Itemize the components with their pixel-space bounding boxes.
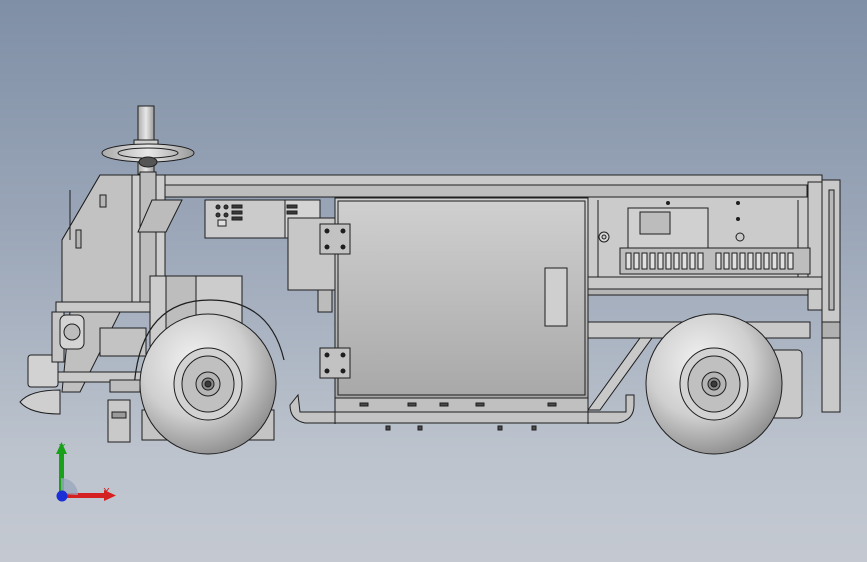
battery-pack <box>619 247 811 275</box>
axis-triad[interactable] <box>40 436 120 516</box>
axis-triad-graphic <box>56 442 116 502</box>
top-rail <box>164 174 823 186</box>
door-hinge-top <box>319 223 351 255</box>
steering-hub <box>138 156 158 168</box>
cabin-side <box>61 174 133 306</box>
door-handle <box>544 267 568 327</box>
front-wheel <box>139 313 277 455</box>
headlight-left <box>99 194 107 208</box>
rear-wheel <box>645 313 783 455</box>
rear-bay-frame <box>807 181 823 311</box>
rear-mid-rail-2 <box>587 288 809 296</box>
top-rail-lower <box>164 184 808 198</box>
front-suspension <box>109 379 141 393</box>
rear-mid-rail <box>587 276 823 290</box>
y-axis-label: Y <box>59 443 66 454</box>
x-axis-label: X <box>103 487 110 498</box>
rear-post-inner <box>828 189 835 311</box>
front-spoiler <box>19 389 61 415</box>
z-axis-dot <box>56 490 68 502</box>
cad-viewport[interactable]: Y X <box>0 0 867 562</box>
rear-diagonal-brace <box>587 337 653 411</box>
vehicle-model[interactable] <box>0 0 867 562</box>
door-hinge-bottom <box>319 347 351 379</box>
